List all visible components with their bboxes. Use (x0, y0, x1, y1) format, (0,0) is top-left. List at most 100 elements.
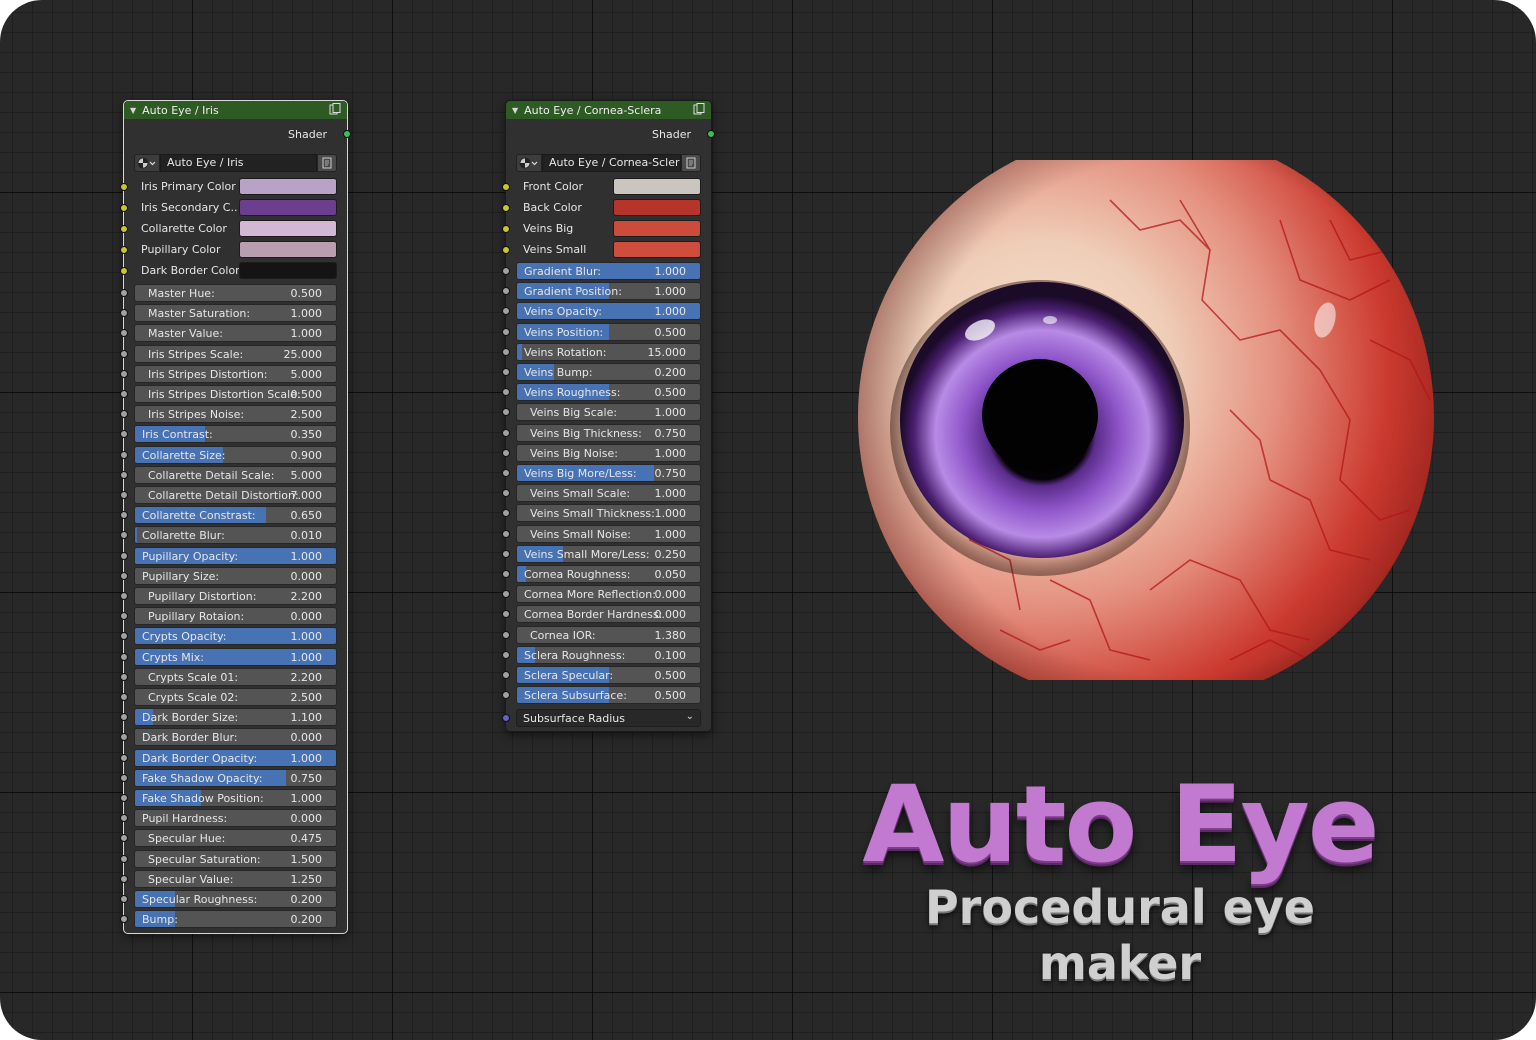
collapse-triangle-icon[interactable]: ▼ (130, 106, 136, 115)
input-socket[interactable] (502, 570, 510, 578)
value-slider[interactable]: Master Saturation: 1.000 (134, 304, 337, 323)
input-socket[interactable] (120, 571, 128, 580)
input-socket[interactable] (120, 225, 128, 233)
input-socket[interactable] (502, 327, 510, 336)
value-slider[interactable]: Specular Saturation: 1.500 (134, 849, 337, 868)
input-socket[interactable] (120, 612, 128, 621)
input-socket[interactable] (120, 773, 128, 782)
input-socket[interactable] (502, 590, 510, 599)
input-socket[interactable] (120, 794, 128, 802)
input-socket[interactable] (120, 733, 128, 742)
color-swatch[interactable] (613, 220, 701, 237)
value-slider[interactable]: Iris Stripes Scale: 25.000 (134, 344, 337, 363)
input-socket[interactable] (502, 509, 510, 518)
input-socket[interactable] (120, 410, 128, 419)
value-slider[interactable]: Crypts Scale 02: 2.500 (134, 688, 337, 706)
input-socket[interactable] (502, 368, 510, 376)
value-slider[interactable]: Master Hue: 0.500 (134, 284, 337, 302)
value-slider[interactable]: Veins Position: 0.500 (516, 322, 701, 341)
node-header[interactable]: ▼ Auto Eye / Iris (124, 101, 347, 119)
node-editor-canvas[interactable]: ▼ Auto Eye / Iris Shader Auto Eye / Iris (0, 0, 1536, 1040)
value-slider[interactable]: Specular Roughness: 0.200 (134, 890, 337, 908)
value-slider[interactable]: Dark Border Size: 1.100 (134, 708, 337, 727)
input-socket[interactable] (502, 610, 510, 619)
input-socket[interactable] (120, 915, 128, 924)
input-socket[interactable] (120, 369, 128, 378)
input-socket[interactable] (120, 390, 128, 398)
color-swatch[interactable] (239, 220, 337, 237)
node-header[interactable]: ▼ Auto Eye / Cornea-Sclera (506, 101, 711, 119)
value-slider[interactable]: Sclera Roughness: 0.100 (516, 645, 701, 664)
node-group-icon[interactable] (329, 103, 341, 115)
value-slider[interactable]: Iris Contrast: 0.350 (134, 425, 337, 444)
value-slider[interactable]: Pupillary Rotaion: 0.000 (134, 607, 337, 626)
input-socket[interactable] (502, 287, 510, 296)
value-slider[interactable]: Bump: 0.200 (134, 910, 337, 929)
color-swatch[interactable] (613, 241, 701, 258)
input-socket[interactable] (120, 204, 128, 212)
value-slider[interactable]: Veins Small Scale: 1.000 (516, 484, 701, 503)
value-slider[interactable]: Cornea IOR: 1.380 (516, 625, 701, 644)
input-socket[interactable] (120, 672, 128, 681)
input-socket[interactable] (502, 469, 510, 477)
color-swatch[interactable] (239, 262, 337, 279)
input-socket[interactable] (502, 671, 510, 679)
input-socket[interactable] (502, 650, 510, 659)
input-socket[interactable] (502, 307, 510, 316)
input-socket[interactable] (502, 529, 510, 538)
input-socket[interactable] (120, 470, 128, 479)
value-slider[interactable]: Veins Roughness: 0.500 (516, 383, 701, 402)
value-slider[interactable]: Iris Stripes Distortion: 5.000 (134, 364, 337, 383)
value-slider[interactable]: Crypts Scale 01: 2.200 (134, 667, 337, 686)
value-slider[interactable]: Sclera Specular: 0.500 (516, 666, 701, 684)
value-slider[interactable]: Collarette Blur: 0.010 (134, 526, 337, 545)
value-slider[interactable]: Pupillary Distortion: 2.200 (134, 587, 337, 605)
input-socket[interactable] (120, 551, 128, 560)
input-socket[interactable] (502, 204, 510, 212)
value-slider[interactable]: Fake Shadow Position: 1.000 (134, 789, 337, 807)
input-socket[interactable] (120, 854, 128, 863)
value-slider[interactable]: Collarette Detail Distortion: 7.000 (134, 486, 337, 504)
value-slider[interactable]: Iris Stripes Noise: 2.500 (134, 405, 337, 424)
value-slider[interactable]: Gradient Blur: 1.000 (516, 262, 701, 280)
input-socket[interactable] (502, 388, 510, 397)
input-socket[interactable] (120, 511, 128, 520)
input-socket[interactable] (502, 246, 510, 254)
value-slider[interactable]: Veins Small Noise: 1.000 (516, 524, 701, 543)
input-socket[interactable] (502, 691, 510, 700)
node-tree-browse-icon[interactable] (516, 154, 542, 172)
color-swatch[interactable] (239, 178, 337, 195)
value-slider[interactable]: Veins Small More/Less: 0.250 (516, 544, 701, 563)
value-slider[interactable]: Fake Shadow Opacity: 0.750 (134, 768, 337, 787)
color-swatch[interactable] (239, 199, 337, 216)
node-tree-selector[interactable]: Auto Eye / Cornea-Sclera (516, 154, 701, 172)
value-slider[interactable]: Collarette Constrast: 0.650 (134, 506, 337, 525)
input-socket[interactable] (120, 895, 128, 903)
input-socket[interactable] (120, 652, 128, 661)
output-socket[interactable] (707, 130, 715, 138)
value-slider[interactable]: Sclera Subsurface: 0.500 (516, 686, 701, 705)
input-socket[interactable] (120, 753, 128, 762)
value-slider[interactable]: Cornea Border Hardness: 0.000 (516, 605, 701, 624)
fake-user-icon[interactable] (681, 154, 701, 172)
value-slider[interactable]: Pupil Hardness: 0.000 (134, 809, 337, 828)
input-socket[interactable] (120, 349, 128, 358)
value-slider[interactable]: Crypts Opacity: 1.000 (134, 627, 337, 646)
input-socket[interactable] (120, 592, 128, 600)
input-socket[interactable] (120, 183, 128, 191)
input-socket[interactable] (502, 225, 510, 233)
value-slider[interactable]: Collarette Detail Scale: 5.000 (134, 465, 337, 484)
input-socket[interactable] (502, 630, 510, 639)
value-slider[interactable]: Gradient Position: 1.000 (516, 282, 701, 301)
input-socket[interactable] (120, 491, 128, 499)
value-slider[interactable]: Veins Big Noise: 1.000 (516, 443, 701, 462)
input-socket[interactable] (120, 693, 128, 701)
value-slider[interactable]: Pupillary Opacity: 1.000 (134, 546, 337, 565)
input-socket[interactable] (120, 632, 128, 641)
value-slider[interactable]: Cornea Roughness: 0.050 (516, 565, 701, 583)
input-socket[interactable] (120, 874, 128, 883)
value-slider[interactable]: Cornea More Reflection: 0.000 (516, 585, 701, 604)
input-socket[interactable] (120, 329, 128, 338)
input-socket[interactable] (502, 428, 510, 437)
node-tree-selector[interactable]: Auto Eye / Iris (134, 154, 337, 172)
